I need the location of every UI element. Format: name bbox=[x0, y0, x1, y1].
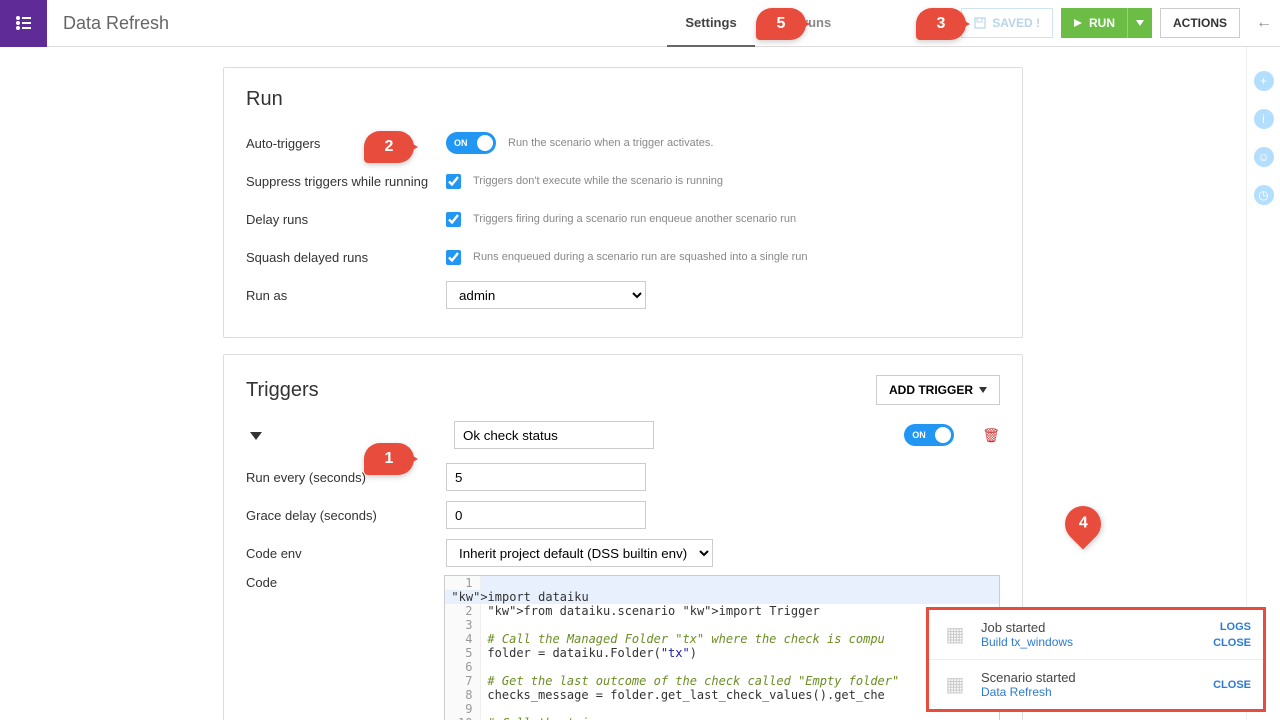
calendar-icon: ▦ bbox=[941, 671, 969, 699]
auto-triggers-toggle[interactable]: ON bbox=[446, 132, 496, 154]
triggers-heading: Triggers bbox=[246, 379, 319, 402]
code-editor[interactable]: 1"kw">import dataiku2"kw">from dataiku.s… bbox=[444, 575, 1000, 720]
main-menu-button[interactable] bbox=[0, 0, 47, 47]
tab-settings[interactable]: Settings bbox=[667, 0, 754, 47]
triggers-panel: Triggers ADD TRIGGER ON 🗑 Run every (sec… bbox=[223, 354, 1023, 720]
run-every-label: Run every (seconds) bbox=[246, 470, 446, 485]
add-trigger-button[interactable]: ADD TRIGGER bbox=[876, 375, 1000, 405]
rail-add-icon[interactable]: + bbox=[1254, 71, 1274, 91]
page-title: Data Refresh bbox=[63, 13, 169, 34]
actions-button[interactable]: ACTIONS bbox=[1160, 8, 1240, 38]
code-env-select[interactable]: Inherit project default (DSS builtin env… bbox=[446, 539, 713, 567]
delay-checkbox[interactable] bbox=[446, 212, 461, 227]
run-as-select[interactable]: admin bbox=[446, 281, 646, 309]
delay-label: Delay runs bbox=[246, 212, 446, 227]
chevron-down-icon bbox=[1136, 20, 1144, 26]
squash-label: Squash delayed runs bbox=[246, 250, 446, 265]
grace-input[interactable] bbox=[446, 501, 646, 529]
notif-close-link[interactable]: CLOSE bbox=[1213, 637, 1251, 649]
collapse-trigger-icon[interactable] bbox=[246, 427, 266, 443]
run-dropdown[interactable] bbox=[1128, 8, 1152, 38]
run-every-input[interactable] bbox=[446, 463, 646, 491]
rail-info-icon[interactable]: i bbox=[1254, 109, 1274, 129]
callout-5: 5 bbox=[756, 8, 806, 40]
suppress-label: Suppress triggers while running bbox=[246, 174, 446, 189]
trigger-enable-toggle[interactable]: ON bbox=[904, 424, 954, 446]
notifications-panel: ▦ Job started Build tx_windows LOGS CLOS… bbox=[926, 607, 1266, 712]
squash-checkbox[interactable] bbox=[446, 250, 461, 265]
code-env-label: Code env bbox=[246, 546, 446, 561]
notif-link[interactable]: Data Refresh bbox=[981, 685, 1201, 699]
notif-logs-link[interactable]: LOGS bbox=[1220, 621, 1251, 633]
list-icon bbox=[14, 13, 34, 33]
callout-4: 4 bbox=[1058, 499, 1109, 550]
suppress-checkbox[interactable] bbox=[446, 174, 461, 189]
grace-label: Grace delay (seconds) bbox=[246, 508, 446, 523]
notif-close-link[interactable]: CLOSE bbox=[1213, 679, 1251, 691]
notification-item: ▦ Job started Build tx_windows LOGS CLOS… bbox=[929, 610, 1263, 660]
play-icon bbox=[1073, 18, 1083, 28]
run-as-label: Run as bbox=[246, 288, 446, 303]
run-button[interactable]: RUN bbox=[1061, 8, 1128, 38]
calendar-icon: ▦ bbox=[941, 621, 969, 649]
delete-trigger-icon[interactable]: 🗑 bbox=[982, 427, 1000, 444]
run-panel: Run Auto-triggers ON Run the scenario wh… bbox=[223, 67, 1023, 338]
callout-2: 2 bbox=[364, 131, 414, 163]
callout-3: 3 bbox=[916, 8, 966, 40]
code-label: Code bbox=[246, 575, 444, 590]
run-heading: Run bbox=[246, 88, 1000, 111]
collapse-arrow-icon[interactable]: ← bbox=[1256, 14, 1272, 32]
chevron-down-icon bbox=[250, 432, 262, 440]
rail-chat-icon[interactable]: ☺ bbox=[1254, 147, 1274, 167]
notif-link[interactable]: Build tx_windows bbox=[981, 635, 1201, 649]
notification-item: ▦ Scenario started Data Refresh CLOSE bbox=[929, 660, 1263, 709]
callout-1: 1 bbox=[364, 443, 414, 475]
chevron-down-icon bbox=[979, 387, 987, 393]
trigger-name-input[interactable] bbox=[454, 421, 654, 449]
rail-history-icon[interactable]: ◷ bbox=[1254, 185, 1274, 205]
